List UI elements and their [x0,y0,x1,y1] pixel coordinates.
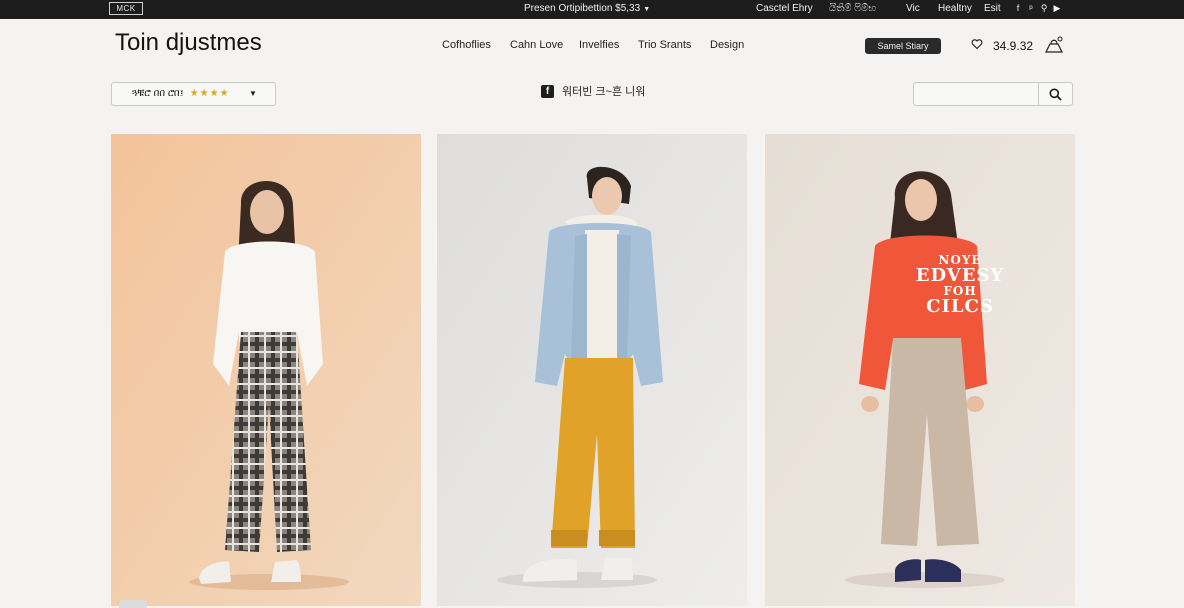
nav-item-5[interactable]: Design [710,39,744,51]
facebook-icon: f [541,84,554,98]
print-line: CILCS [926,296,994,317]
sweatshirt-print: NOYE EDVESY FOH CILCS [910,254,1010,316]
product-image [111,134,421,606]
product-card-red-sweatshirt[interactable]: NOYE EDVESY FOH CILCS [765,134,1075,606]
social-label: 워터빈 크~흔 니워 [562,86,646,98]
product-image [765,134,1075,606]
product-card-plaid-pants[interactable] [111,134,421,606]
nav-item-4[interactable]: Trio Srants [638,39,691,51]
sort-label: ጓቹሮ በበ ሮበ፤ [132,88,184,99]
pinterest-icon[interactable]: ᵖ [1027,2,1035,14]
cart-total: 34.9.32 [993,39,1034,53]
util-link-5[interactable]: Esit [984,3,1001,14]
youtube-icon[interactable]: ▶ [1053,2,1061,14]
location-icon[interactable]: ⚲ [1040,2,1048,14]
util-link-1[interactable]: Casctel Ehry [756,3,813,14]
site-title[interactable]: Toin djustmes [115,29,262,57]
rating-sort-select[interactable]: ጓቹሮ በበ ሮበ፤ ★★★★ ▼ [111,82,276,106]
util-link-3[interactable]: Vic [906,3,920,14]
top-utility-bar: MCK Presen Ortipibettion $5,33 ▼ Casctel … [0,0,1184,19]
search-icon [1049,88,1062,101]
promo-text: Presen Ortipibettion $5,33 [524,3,641,14]
cart-icon[interactable] [1044,36,1064,54]
chevron-down-icon: ▼ [249,89,257,98]
brand-logo[interactable]: MCK [109,2,143,15]
print-line: EDVESY [915,265,1005,286]
facebook-icon[interactable]: f [1014,2,1022,14]
rating-stars: ★★★★ [189,88,230,99]
search-bar [913,82,1073,106]
nav-item-1[interactable]: Cofhoflies [442,39,491,51]
product-card-denim-jacket[interactable] [437,134,747,606]
util-link-4[interactable]: Healtny [938,3,972,14]
social-share-link[interactable]: f 워터빈 크~흔 니워 [541,84,645,98]
caret-down-icon: ▼ [643,6,651,13]
store-button[interactable]: Samel Stiary [865,38,941,54]
search-input[interactable] [914,83,1038,105]
search-button[interactable] [1038,83,1072,105]
feedback-tab[interactable] [119,600,147,608]
product-image [437,134,747,606]
nav-item-3[interactable]: Invelfies [579,39,619,51]
social-links: f ᵖ ⚲ ▶ [1014,2,1061,14]
promo-dropdown[interactable]: Presen Ortipibettion $5,33 ▼ [524,3,650,14]
heart-icon[interactable] [971,38,983,50]
util-link-2[interactable]: යිතිම් ෆිම්භ [829,3,876,14]
nav-item-2[interactable]: Cahn Love [510,39,563,51]
